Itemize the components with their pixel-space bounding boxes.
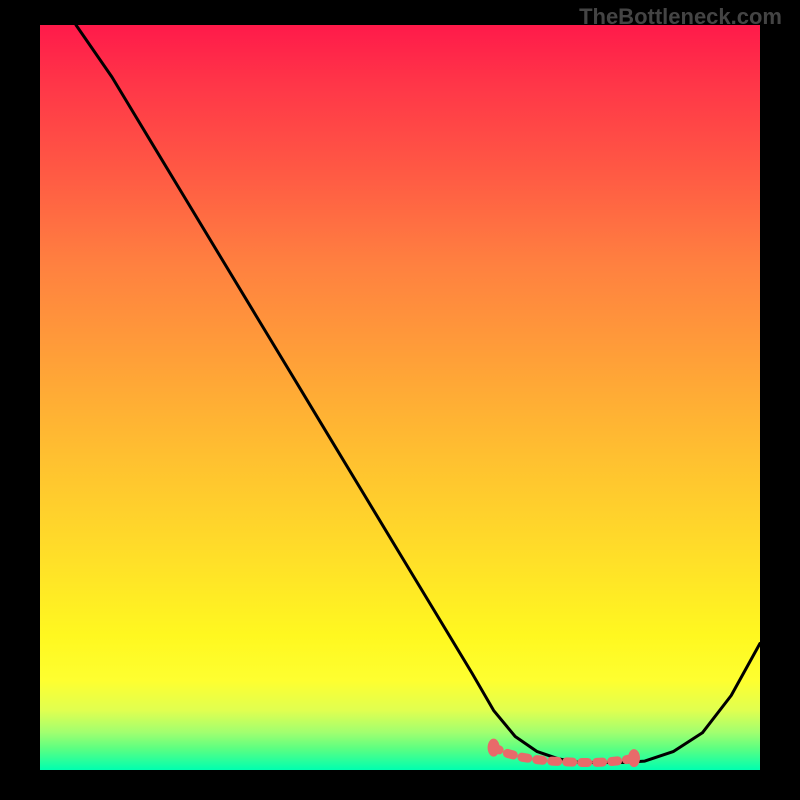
plot-area xyxy=(40,25,760,770)
chart-container: TheBottleneck.com xyxy=(0,0,800,800)
marker-dots xyxy=(488,739,640,768)
chart-svg xyxy=(40,25,760,770)
watermark-text: TheBottleneck.com xyxy=(579,4,782,30)
bottleneck-curve xyxy=(76,25,760,763)
